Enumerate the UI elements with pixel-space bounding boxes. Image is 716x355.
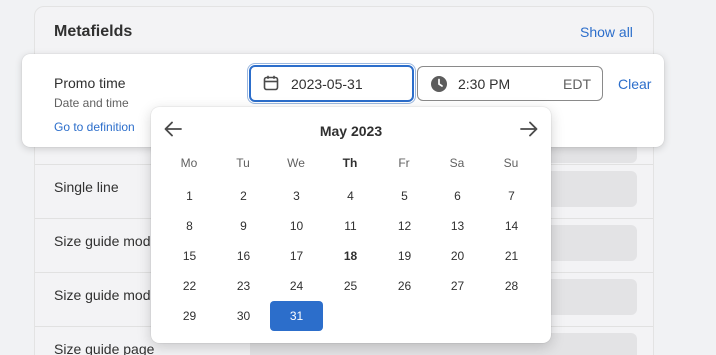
- date-value: 2023-05-31: [291, 76, 363, 92]
- calendar-day[interactable]: 21: [485, 241, 538, 271]
- calendar-day[interactable]: 6: [431, 181, 484, 211]
- calendar-day[interactable]: 26: [378, 271, 431, 301]
- weekday-header: Sa: [449, 156, 465, 170]
- calendar-icon: [263, 75, 279, 91]
- weekday-header: Su: [503, 156, 519, 170]
- calendar-day[interactable]: 4: [324, 181, 377, 211]
- calendar-day[interactable]: 5: [378, 181, 431, 211]
- show-all-link[interactable]: Show all: [580, 24, 633, 40]
- calendar-day[interactable]: 14: [485, 211, 538, 241]
- date-picker-popover: May 2023 Mo Tu We Th Fr Sa Su 1 2 3 4 5 6 7 8 9 10 11 12 13…: [151, 107, 551, 343]
- clear-button[interactable]: Clear: [618, 76, 651, 92]
- calendar-day[interactable]: 19: [378, 241, 431, 271]
- calendar-day[interactable]: 23: [217, 271, 270, 301]
- calendar-day[interactable]: 10: [270, 211, 323, 241]
- calendar-day[interactable]: 20: [431, 241, 484, 271]
- calendar-day[interactable]: 13: [431, 211, 484, 241]
- calendar-day[interactable]: 30: [217, 301, 270, 331]
- metafields-title: Metafields: [54, 23, 133, 40]
- calendar-day[interactable]: 18: [324, 241, 377, 271]
- calendar-day[interactable]: 25: [324, 271, 377, 301]
- calendar-day[interactable]: 1: [163, 181, 216, 211]
- weekday-header: We: [287, 156, 305, 170]
- clock-icon: [431, 76, 447, 92]
- go-to-definition-link[interactable]: Go to definition: [54, 120, 135, 134]
- calendar-day[interactable]: 28: [485, 271, 538, 301]
- calendar-day[interactable]: 8: [163, 211, 216, 241]
- arrow-right-icon[interactable]: [518, 119, 540, 139]
- weekday-header: Fr: [398, 156, 410, 170]
- metafield-label: Size guide mod: [54, 232, 151, 249]
- metafield-label: Size guide mod: [54, 286, 151, 303]
- promo-time-label: Promo time: [54, 75, 126, 91]
- calendar-day[interactable]: 22: [163, 271, 216, 301]
- time-value: 2:30 PM: [458, 76, 511, 92]
- calendar-day[interactable]: 7: [485, 181, 538, 211]
- calendar-day[interactable]: 15: [163, 241, 216, 271]
- promo-time-type: Date and time: [54, 96, 129, 110]
- calendar-day[interactable]: 2: [217, 181, 270, 211]
- metafield-label: Size guide page: [54, 341, 155, 355]
- selected-day[interactable]: 31: [270, 301, 323, 331]
- timezone-label: EDT: [563, 76, 591, 92]
- calendar-day[interactable]: 9: [217, 211, 270, 241]
- calendar-day[interactable]: 3: [270, 181, 323, 211]
- date-input[interactable]: 2023-05-31: [249, 65, 414, 102]
- weekday-header: Th: [342, 156, 358, 170]
- calendar-day[interactable]: 24: [270, 271, 323, 301]
- calendar-day[interactable]: 17: [270, 241, 323, 271]
- calendar-day[interactable]: 27: [431, 271, 484, 301]
- month-title: May 2023: [319, 123, 383, 139]
- calendar-day[interactable]: 11: [324, 211, 377, 241]
- weekday-header: Mo: [180, 156, 198, 170]
- metafield-label: Single line: [54, 178, 119, 195]
- weekday-header: Tu: [236, 156, 250, 170]
- calendar-day[interactable]: 29: [163, 301, 216, 331]
- time-input[interactable]: 2:30 PM EDT: [417, 66, 603, 101]
- calendar-day[interactable]: 12: [378, 211, 431, 241]
- calendar-day[interactable]: 16: [217, 241, 270, 271]
